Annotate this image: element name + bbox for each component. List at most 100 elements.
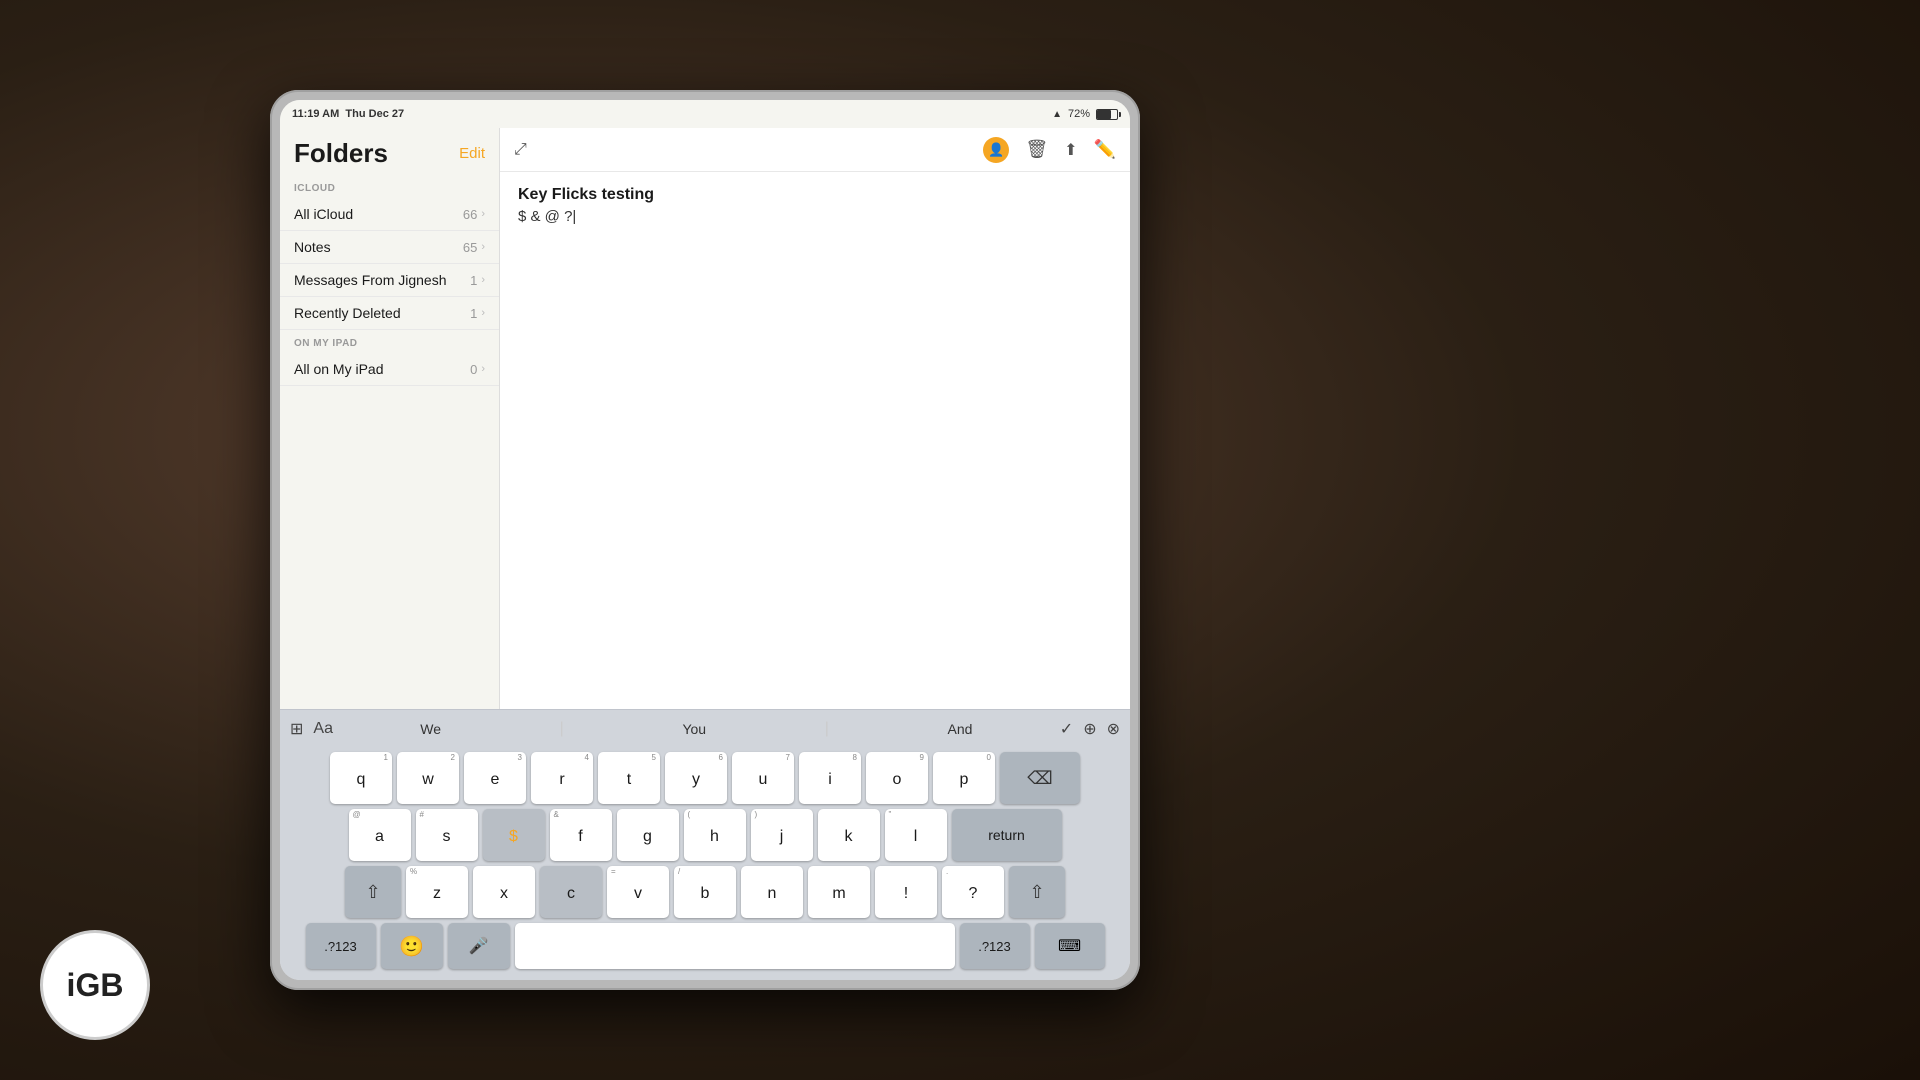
key-row-2: @ a # s $ & f g [286, 809, 1124, 861]
key-m[interactable]: m [808, 866, 870, 918]
key-x[interactable]: x [473, 866, 535, 918]
key-b[interactable]: / b [674, 866, 736, 918]
edit-button[interactable]: Edit [459, 145, 485, 162]
ipad-screen: 11:19 AM Thu Dec 27 ▲ 72% Folders Edit I… [280, 100, 1130, 980]
keyboard-keys: 1 q 2 w 3 e 4 r [280, 748, 1130, 980]
toolbar-left: ⤢ [514, 141, 527, 159]
font-icon[interactable]: Aa [313, 720, 333, 738]
folders-header: Folders Edit [280, 128, 499, 175]
folder-item-all-icloud[interactable]: All iCloud 66 › [280, 198, 499, 231]
key-exclaim[interactable]: ! [875, 866, 937, 918]
logo-text: iGB [67, 967, 124, 1004]
checkmark-icon[interactable]: ✓ [1060, 719, 1073, 739]
predictive-bar: We | You | And [341, 720, 1052, 738]
prediction-and[interactable]: And [947, 721, 972, 737]
emoji-icon: 🙂 [399, 934, 424, 959]
format-icon[interactable]: ⊞ [290, 719, 303, 739]
mic-icon: 🎤 [469, 936, 489, 956]
toolbar-right: 👤 🗑 ⬆ ✏️ [983, 137, 1116, 163]
shift-left-icon: ⇧ [365, 882, 380, 903]
keyboard-toolbar-right: ✓ ⊕ ⊗ [1060, 719, 1120, 739]
battery-percent: 72% [1068, 108, 1090, 120]
key-p[interactable]: 0 p [933, 752, 995, 804]
folder-item-all-on-ipad[interactable]: All on My iPad 0 › [280, 353, 499, 386]
delete-key[interactable]: ⌫ [1000, 752, 1080, 804]
status-bar: 11:19 AM Thu Dec 27 ▲ 72% [280, 100, 1130, 128]
key-w[interactable]: 2 w [397, 752, 459, 804]
note-panel: ⤢ 👤 🗑 ⬆ ✏️ Key Flicks testing $ & @ ?| [500, 128, 1130, 709]
key-k[interactable]: k [818, 809, 880, 861]
key-l[interactable]: " l [885, 809, 947, 861]
on-my-ipad-section-label: ON MY IPAD [280, 330, 499, 353]
hide-keyboard-key[interactable]: ⌨ [1035, 923, 1105, 969]
icloud-section-label: ICLOUD [280, 175, 499, 198]
prediction-we[interactable]: We [420, 721, 441, 737]
prediction-you[interactable]: You [682, 721, 706, 737]
key-i[interactable]: 8 i [799, 752, 861, 804]
shift-key-left[interactable]: ⇧ [345, 866, 401, 918]
delete-icon[interactable]: 🗑 [1025, 139, 1048, 160]
key-j[interactable]: ) j [751, 809, 813, 861]
folders-title: Folders [294, 138, 388, 169]
key-s[interactable]: # s [416, 809, 478, 861]
note-body[interactable]: $ & @ ?| [518, 208, 1112, 225]
chevron-icon: › [481, 363, 485, 375]
folder-item-notes[interactable]: Notes 65 › [280, 231, 499, 264]
numbers-key-left[interactable]: .?123 [306, 923, 376, 969]
key-a[interactable]: @ a [349, 809, 411, 861]
return-key-label: return [988, 827, 1025, 843]
ipad-frame: 11:19 AM Thu Dec 27 ▲ 72% Folders Edit I… [270, 90, 1140, 990]
key-t[interactable]: 5 t [598, 752, 660, 804]
key-h[interactable]: ( h [684, 809, 746, 861]
chevron-icon: › [481, 307, 485, 319]
key-q[interactable]: 1 q [330, 752, 392, 804]
shift-right-icon: ⇧ [1029, 882, 1044, 903]
key-c[interactable]: c [540, 866, 602, 918]
keyboard-area: ⊞ Aa We | You | And ✓ ⊕ ⊗ [280, 709, 1130, 980]
settings-icon[interactable]: ⊗ [1107, 719, 1120, 739]
folders-panel: Folders Edit ICLOUD All iCloud 66 › Note… [280, 128, 500, 709]
keyboard-toolbar-left: ⊞ Aa [290, 719, 333, 739]
plus-circle-icon[interactable]: ⊕ [1083, 719, 1096, 739]
key-row-1: 1 q 2 w 3 e 4 r [286, 752, 1124, 804]
key-question[interactable]: . ? [942, 866, 1004, 918]
numbers-label-right: .?123 [978, 939, 1011, 954]
key-y[interactable]: 6 y [665, 752, 727, 804]
igb-logo: iGB [40, 930, 150, 1040]
shift-key-right[interactable]: ⇧ [1009, 866, 1065, 918]
share-icon[interactable]: ⬆ [1064, 140, 1077, 160]
key-row-3: ⇧ % z x c = v [286, 866, 1124, 918]
key-g[interactable]: g [617, 809, 679, 861]
key-z[interactable]: % z [406, 866, 468, 918]
key-o[interactable]: 9 o [866, 752, 928, 804]
return-key[interactable]: return [952, 809, 1062, 861]
key-u[interactable]: 7 u [732, 752, 794, 804]
folder-item-recently-deleted[interactable]: Recently Deleted 1 › [280, 297, 499, 330]
expand-icon[interactable]: ⤢ [514, 141, 527, 159]
note-toolbar: ⤢ 👤 🗑 ⬆ ✏️ [500, 128, 1130, 172]
hide-keyboard-icon: ⌨ [1058, 936, 1081, 956]
key-e[interactable]: 3 e [464, 752, 526, 804]
status-icons: ▲ 72% [1052, 108, 1118, 120]
emoji-key[interactable]: 🙂 [381, 923, 443, 969]
folder-item-messages[interactable]: Messages From Jignesh 1 › [280, 264, 499, 297]
keyboard-toolbar: ⊞ Aa We | You | And ✓ ⊕ ⊗ [280, 710, 1130, 748]
person-icon[interactable]: 👤 [983, 137, 1009, 163]
key-f[interactable]: & f [550, 809, 612, 861]
note-content: Key Flicks testing $ & @ ?| [500, 172, 1130, 709]
battery-icon [1096, 109, 1118, 120]
status-time-date: 11:19 AM Thu Dec 27 [292, 108, 404, 120]
main-content: Folders Edit ICLOUD All iCloud 66 › Note… [280, 128, 1130, 709]
key-v[interactable]: = v [607, 866, 669, 918]
space-key[interactable] [515, 923, 955, 969]
note-title: Key Flicks testing [518, 186, 1112, 204]
key-dollar[interactable]: $ [483, 809, 545, 861]
key-n[interactable]: n [741, 866, 803, 918]
delete-key-icon: ⌫ [1027, 768, 1052, 789]
compose-icon[interactable]: ✏️ [1094, 139, 1116, 160]
mic-key[interactable]: 🎤 [448, 923, 510, 969]
numbers-key-right[interactable]: .?123 [960, 923, 1030, 969]
numbers-label-left: .?123 [324, 939, 357, 954]
key-r[interactable]: 4 r [531, 752, 593, 804]
key-row-bottom: .?123 🙂 🎤 .?123 ⌨ [286, 923, 1124, 969]
